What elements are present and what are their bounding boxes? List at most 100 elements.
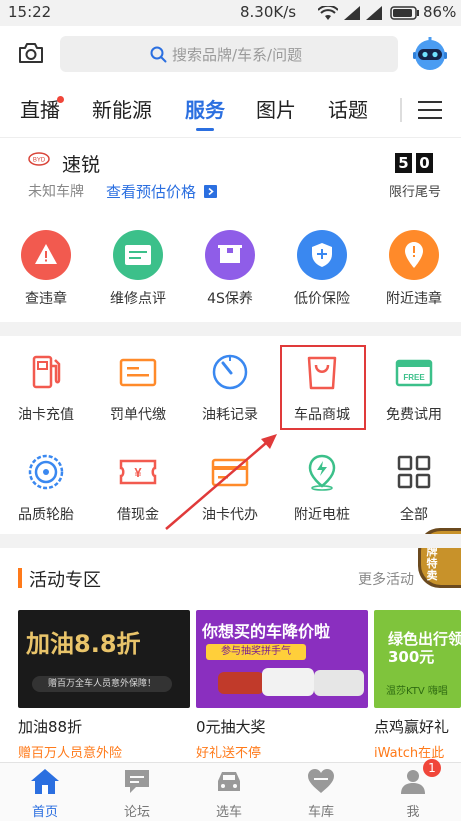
search-placeholder: 搜索品牌/车系/问题 (172, 46, 303, 64)
activity-section-title: 活动专区 (29, 570, 101, 591)
chat-icon (125, 770, 149, 793)
banner-subline: 参与抽奖拼手气 (206, 644, 306, 660)
status-bar: 15:22 8.30K/s 86% (0, 0, 461, 26)
service-label: 附近电桩 (294, 507, 350, 523)
restricted-tail-label: 限行尾号 (389, 185, 442, 200)
svg-text:FREE: FREE (403, 373, 425, 382)
service-repair-review[interactable]: 维修点评 (92, 230, 184, 308)
activity-card-1-banner[interactable]: 加油8.8折 赠百万全车人员意外保障！ (18, 610, 190, 708)
nav-label: 首页 (31, 805, 58, 820)
activity-card-3-banner[interactable]: 绿色出行领300元 温莎KTV 嗨唱 (374, 610, 461, 708)
my-car-panel[interactable]: BYD 速锐 未知车牌 查看预估价格 5 0 限行尾号 (0, 138, 461, 216)
free-tag-icon: FREE (395, 359, 433, 387)
nav-select-car[interactable]: 选车 (189, 767, 269, 820)
nav-garage[interactable]: 车库 (281, 767, 361, 820)
heart-icon (308, 769, 334, 793)
section-accent-bar (18, 568, 22, 588)
service-violation-query[interactable]: 查违章 (0, 230, 92, 308)
ticket-icon (119, 358, 157, 387)
location-alert-icon (389, 230, 439, 280)
service-4s-maintenance[interactable]: 4S保养 (184, 230, 276, 308)
banner-headline: 你想买的车降价啦 (202, 622, 331, 641)
category-tabs: 直播 新能源 服务 图片 话题 (0, 84, 461, 138)
signal-icon-2 (366, 6, 382, 20)
car-image-white (262, 668, 314, 696)
tire-icon (28, 454, 64, 490)
service-label: 免费试用 (386, 407, 442, 423)
warning-icon (21, 230, 71, 280)
nav-label: 我 (406, 805, 420, 820)
nav-label: 车库 (307, 805, 334, 820)
service-fine-payment[interactable]: 罚单代缴 (92, 352, 184, 424)
nav-forum[interactable]: 论坛 (97, 767, 177, 820)
service-cheap-insurance[interactable]: 低价保险 (276, 230, 368, 308)
section-gap (0, 322, 461, 336)
activity-card-1-title[interactable]: 加油88折 (18, 716, 82, 737)
shield-plus-icon (297, 230, 347, 280)
active-tab-indicator (196, 128, 214, 131)
tail-digit-1: 5 (395, 153, 412, 173)
live-badge-dot (57, 96, 64, 103)
activity-card-2-title[interactable]: 0元抽大奖 (196, 716, 266, 737)
tab-new-energy[interactable]: 新能源 (92, 94, 152, 123)
car-image-red (218, 672, 264, 694)
service-nearby-charging[interactable]: 附近电桩 (276, 452, 368, 524)
activity-card-1-subtitle: 赠百万人员意外险 (18, 746, 123, 761)
nav-me[interactable]: 我 (373, 767, 453, 820)
activity-card-2-banner[interactable]: 你想买的车降价啦 参与抽奖拼手气 (196, 610, 368, 708)
battery-percent: 86% (423, 3, 457, 21)
tail-digit-2: 0 (416, 153, 433, 173)
tab-divider (400, 98, 402, 122)
banner-subline: 温莎KTV 嗨唱 (386, 686, 448, 697)
service-nearby-violation[interactable]: 附近违章 (368, 230, 460, 308)
highlight-box (280, 345, 366, 430)
service-fuel-log[interactable]: 油耗记录 (184, 352, 276, 424)
top-header: 搜索品牌/车系/问题 (0, 26, 461, 84)
car-image-white-2 (314, 670, 364, 696)
tab-live[interactable]: 直播 (20, 94, 60, 123)
service-all[interactable]: 全部 (368, 452, 460, 524)
chevron-right-icon[interactable] (204, 185, 217, 198)
car-brand-logo: BYD (28, 152, 50, 166)
price-estimate-link[interactable]: 查看预估价格 (106, 181, 196, 202)
tab-images[interactable]: 图片 (256, 94, 296, 123)
activity-card-3-title[interactable]: 点鸡赢好礼 (374, 716, 449, 737)
menu-icon[interactable] (418, 100, 442, 120)
service-fuel-card-topup[interactable]: 油卡充值 (0, 352, 92, 424)
app-screen: { "status_bar": { "time": "15:22", "spee… (0, 0, 461, 821)
tab-service[interactable]: 服务 (185, 94, 225, 123)
status-time: 15:22 (8, 3, 52, 21)
service-label: 油卡充值 (18, 407, 74, 423)
yen-ticket-icon: ¥ (119, 459, 157, 485)
annotation-arrow (165, 434, 277, 530)
plate-number: 未知车牌 (28, 184, 84, 200)
section-gap (0, 534, 461, 548)
banner-subline: 赠百万全车人员意外保障！ (32, 676, 172, 692)
fuel-pump-icon (32, 355, 61, 389)
signal-icon (344, 6, 360, 20)
network-speed: 8.30K/s (240, 3, 297, 21)
nav-label: 论坛 (123, 805, 150, 820)
bottom-navigation: 首页 论坛 选车 车库 我 1 (0, 759, 461, 821)
tab-topics[interactable]: 话题 (328, 94, 368, 123)
service-quality-tires[interactable]: 品质轮胎 (0, 452, 92, 524)
nav-home[interactable]: 首页 (5, 767, 85, 820)
banner-headline: 加油8.8折 (26, 630, 141, 658)
more-activities-link[interactable]: 更多活动 (358, 569, 414, 589)
search-input[interactable]: 搜索品牌/车系/问题 (60, 36, 398, 72)
service-label: 品质轮胎 (18, 507, 74, 523)
robot-assistant-icon[interactable] (412, 36, 448, 72)
service-free-trial[interactable]: FREE 免费试用 (368, 352, 460, 424)
service-label: 罚单代缴 (110, 407, 166, 423)
search-icon (150, 46, 167, 63)
service-label: 4S保养 (207, 291, 253, 307)
battery-icon (390, 6, 419, 20)
service-label: 维修点评 (110, 291, 166, 307)
service-label: 低价保险 (294, 291, 350, 307)
camera-icon[interactable] (18, 42, 44, 64)
service-label: 附近违章 (386, 291, 442, 307)
banner-headline: 绿色出行领300元 (388, 630, 461, 666)
car-icon (218, 772, 240, 791)
grid-icon (397, 455, 431, 489)
notification-badge: 1 (423, 759, 441, 777)
